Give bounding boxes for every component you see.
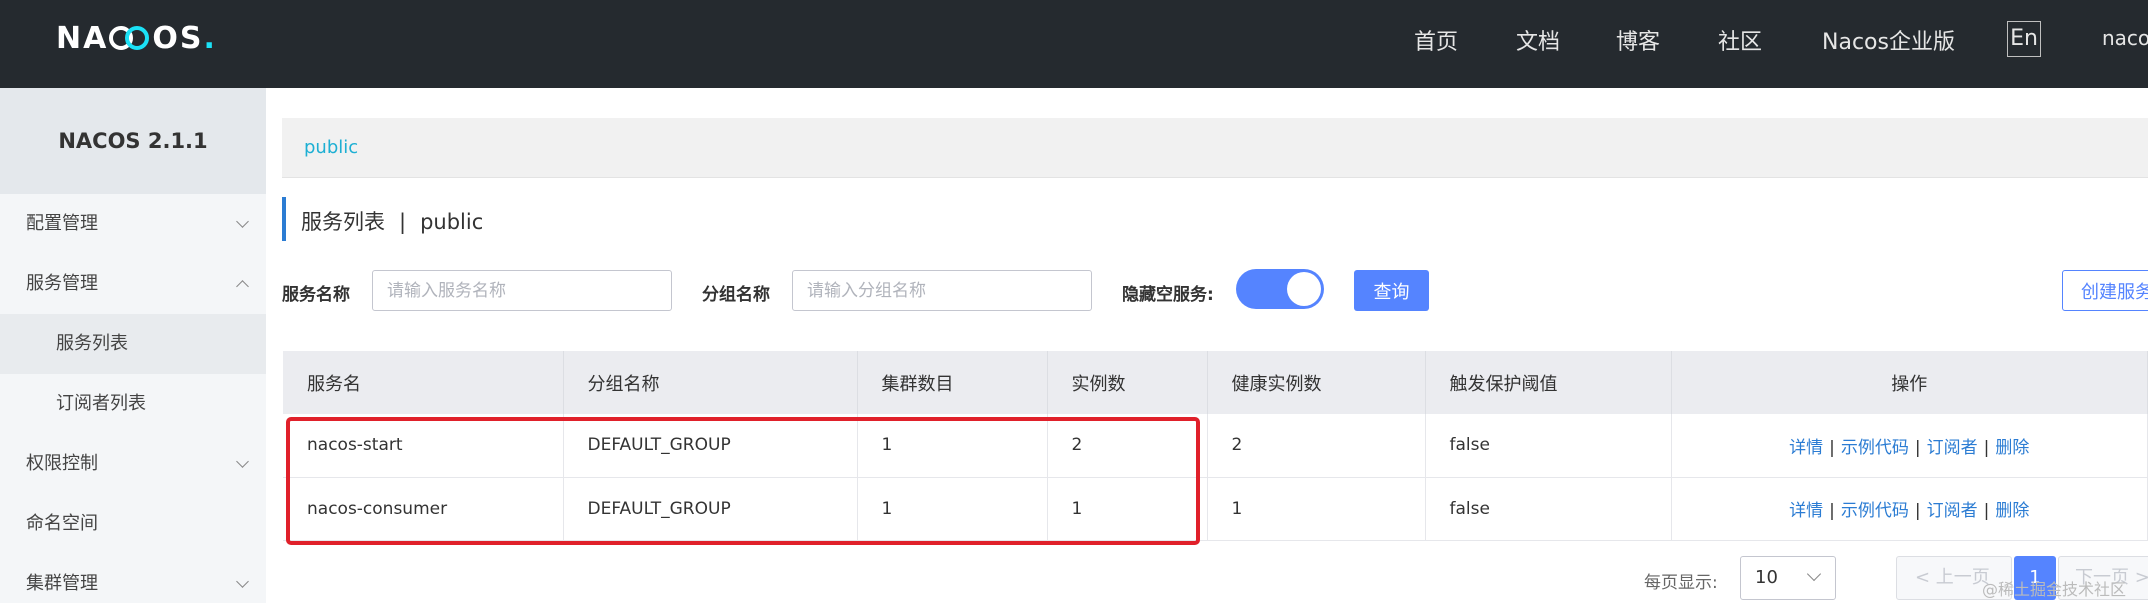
toggle-knob	[1287, 272, 1321, 306]
sample-code-link[interactable]: 示例代码	[1841, 438, 1909, 458]
nav-docs[interactable]: 文档	[1516, 24, 1560, 56]
cell-operations: 详情 | 示例代码 | 订阅者 | 删除	[1671, 477, 2148, 541]
col-operations: 操作	[1671, 351, 2148, 414]
col-cluster-count: 集群数目	[857, 351, 1048, 414]
create-service-button[interactable]: 创建服务	[2062, 270, 2148, 311]
title-accent-bar	[282, 197, 286, 241]
group-name-input[interactable]	[792, 270, 1092, 311]
sidebar-item-subscriber-list[interactable]: 订阅者列表	[0, 374, 266, 434]
nav-community-link[interactable]: 社区	[1718, 24, 1762, 56]
cell-threshold: false	[1425, 477, 1672, 541]
nav-blog-link[interactable]: 博客	[1616, 24, 1660, 56]
chevron-down-icon	[236, 554, 250, 614]
page-title-namespace: public	[420, 210, 484, 234]
col-threshold: 触发保护阈值	[1425, 351, 1672, 414]
sidebar-item-label: 权限控制	[26, 453, 98, 474]
language-switch-button[interactable]: En	[2007, 21, 2041, 57]
chevron-down-icon	[1807, 567, 1821, 581]
col-instance-count: 实例数	[1047, 351, 1208, 414]
nav-enterprise[interactable]: Nacos企业版	[1822, 24, 1955, 56]
namespace-bar: public	[282, 118, 2148, 178]
page-size-label: 每页显示:	[1644, 573, 1718, 593]
logo-text-left: NA	[56, 20, 109, 56]
sample-code-link[interactable]: 示例代码	[1841, 501, 1909, 521]
page-title: 服务列表 | public	[301, 206, 483, 236]
chevron-down-icon	[236, 434, 250, 494]
nav-home[interactable]: 首页	[1414, 24, 1458, 56]
delete-link[interactable]: 删除	[1995, 438, 2029, 458]
service-name-label: 服务名称	[282, 285, 350, 305]
cell-threshold: false	[1425, 414, 1672, 478]
sidebar-item-service-management[interactable]: 服务管理	[0, 254, 266, 314]
sidebar-item-label: 服务列表	[56, 333, 128, 354]
subscribers-link[interactable]: 订阅者	[1927, 438, 1978, 458]
chevron-up-icon	[236, 254, 250, 314]
cell-operations: 详情 | 示例代码 | 订阅者 | 删除	[1671, 414, 2148, 478]
logo-dot: .	[203, 20, 217, 56]
nav-community[interactable]: 社区	[1718, 24, 1762, 56]
sidebar-item-label: 订阅者列表	[56, 393, 146, 414]
col-healthy-count: 健康实例数	[1207, 351, 1426, 414]
user-name[interactable]: nacos	[2102, 26, 2148, 50]
page-size-value: 10	[1755, 567, 1778, 588]
nacos-logo[interactable]: NA OS.	[56, 18, 217, 58]
service-name-input[interactable]	[372, 270, 672, 311]
sidebar-item-config-management[interactable]: 配置管理	[0, 194, 266, 254]
cell-healthy-count: 2	[1207, 414, 1426, 478]
nav-enterprise-link[interactable]: Nacos企业版	[1822, 24, 1955, 56]
cell-healthy-count: 1	[1207, 477, 1426, 541]
logo-text-right: OS	[152, 20, 204, 56]
sidebar-item-namespace[interactable]: 命名空间	[0, 494, 266, 554]
delete-link[interactable]: 删除	[1995, 501, 2029, 521]
nav-home-link[interactable]: 首页	[1414, 24, 1458, 56]
nav-blog[interactable]: 博客	[1616, 24, 1660, 56]
chevron-down-icon	[236, 194, 250, 254]
top-navbar: NA OS. 首页 文档 博客 社区 Nacos企业版 En nacos	[0, 0, 2148, 88]
page-size-select[interactable]: 10	[1740, 556, 1836, 600]
page-title-text: 服务列表	[301, 210, 385, 234]
namespace-tag-public[interactable]: public	[304, 118, 358, 178]
sidebar-version-title: NACOS 2.1.1	[0, 88, 266, 194]
sidebar-item-access-control[interactable]: 权限控制	[0, 434, 266, 494]
sidebar-item-cluster-management[interactable]: 集群管理	[0, 554, 266, 614]
query-button[interactable]: 查询	[1354, 270, 1429, 311]
sidebar-item-service-list[interactable]: 服务列表	[0, 314, 266, 374]
watermark: @稀土掘金技术社区	[1982, 580, 2127, 599]
sidebar-item-label: 命名空间	[26, 513, 98, 534]
sidebar-item-label: 配置管理	[26, 213, 98, 234]
sidebar-item-label: 服务管理	[26, 273, 98, 294]
sidebar: NACOS 2.1.1 配置管理 服务管理 服务列表 订阅者列表 权限控制 命名…	[0, 88, 266, 603]
title-separator: |	[399, 210, 407, 234]
red-highlight-box	[286, 417, 1200, 545]
subscribers-link[interactable]: 订阅者	[1927, 501, 1978, 521]
hide-empty-toggle[interactable]	[1236, 269, 1324, 309]
table-header-row: 服务名 分组名称 集群数目 实例数 健康实例数 触发保护阈值 操作	[283, 351, 2148, 414]
group-name-label: 分组名称	[702, 285, 770, 305]
hide-empty-label: 隐藏空服务:	[1122, 285, 1214, 305]
sidebar-item-label: 集群管理	[26, 573, 98, 594]
detail-link[interactable]: 详情	[1789, 501, 1823, 521]
col-group-name: 分组名称	[563, 351, 858, 414]
col-service-name: 服务名	[283, 351, 564, 414]
logo-rings-icon	[109, 24, 151, 52]
detail-link[interactable]: 详情	[1789, 438, 1823, 458]
nav-docs-link[interactable]: 文档	[1516, 24, 1560, 56]
